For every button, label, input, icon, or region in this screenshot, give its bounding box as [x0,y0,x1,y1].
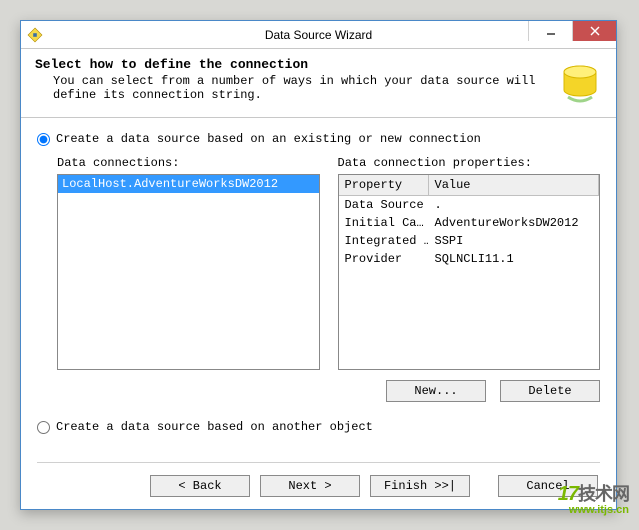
delete-button[interactable]: Delete [500,380,600,402]
connection-properties-label: Data connection properties: [338,156,601,170]
option-another-object[interactable]: Create a data source based on another ob… [37,420,600,434]
option-existing-label: Create a data source based on an existin… [56,132,481,146]
wizard-nav-buttons: < Back Next > Finish >>| Cancel [150,475,598,497]
window-buttons [528,21,616,41]
option-existing-connection[interactable]: Create a data source based on an existin… [37,132,600,146]
wizard-window: Data Source Wizard Select how to define … [20,20,617,510]
header-subtitle: You can select from a number of ways in … [35,74,550,102]
finish-button[interactable]: Finish >>| [370,475,470,497]
back-button[interactable]: < Back [150,475,250,497]
list-item[interactable]: LocalHost.AdventureWorksDW2012 [58,175,319,193]
table-row: Initial Ca… AdventureWorksDW2012 [339,214,600,232]
column-header-property: Property [339,175,429,195]
table-row: Data Source . [339,196,600,214]
cancel-button[interactable]: Cancel [498,475,598,497]
new-button[interactable]: New... [386,380,486,402]
next-button[interactable]: Next > [260,475,360,497]
close-button[interactable] [572,21,616,41]
wizard-header: Select how to define the connection You … [21,49,616,118]
table-row: Provider SQLNCLI11.1 [339,250,600,268]
table-row: Integrated … SSPI [339,232,600,250]
connection-properties-grid: Property Value Data Source . Initial Ca…… [338,174,601,370]
minimize-button[interactable] [528,21,572,41]
system-icon [27,27,43,43]
window-title: Data Source Wizard [21,28,616,42]
database-icon [558,61,602,105]
option-another-object-label: Create a data source based on another ob… [56,420,373,434]
data-connections-list[interactable]: LocalHost.AdventureWorksDW2012 [57,174,320,370]
header-title: Select how to define the connection [35,57,550,72]
divider [37,462,600,463]
column-header-value: Value [429,175,600,195]
data-connections-label: Data connections: [57,156,320,170]
titlebar: Data Source Wizard [21,21,616,49]
radio-existing[interactable] [37,133,50,146]
radio-another-object[interactable] [37,421,50,434]
wizard-body: Create a data source based on an existin… [21,118,616,454]
